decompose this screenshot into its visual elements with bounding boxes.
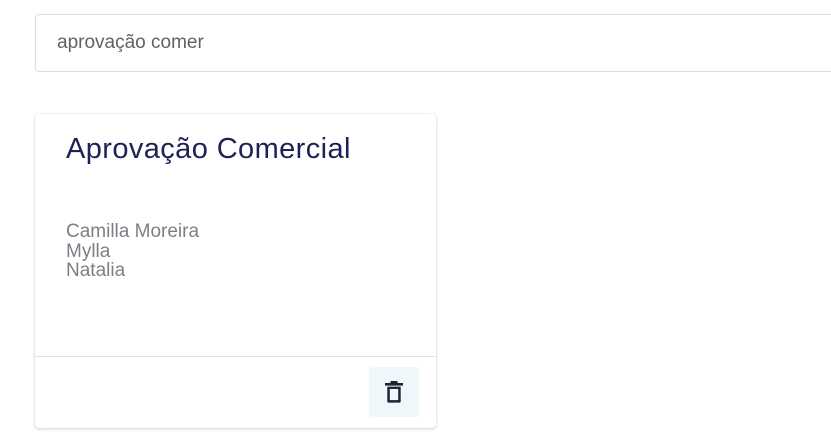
delete-button[interactable] bbox=[369, 367, 419, 417]
search-input[interactable] bbox=[36, 15, 831, 71]
card-title: Aprovação Comercial bbox=[66, 133, 351, 165]
list-item: Camilla Moreira bbox=[66, 221, 200, 242]
list-item: Natalia bbox=[66, 260, 126, 281]
search-field[interactable] bbox=[35, 14, 831, 72]
trash-icon bbox=[385, 381, 403, 403]
group-card: Aprovação Comercial Camilla Moreira Myll… bbox=[35, 114, 436, 428]
list-item: Mylla bbox=[66, 240, 111, 262]
card-divider bbox=[35, 356, 436, 357]
member-list: Camilla Moreira Mylla Natalia bbox=[66, 222, 199, 281]
